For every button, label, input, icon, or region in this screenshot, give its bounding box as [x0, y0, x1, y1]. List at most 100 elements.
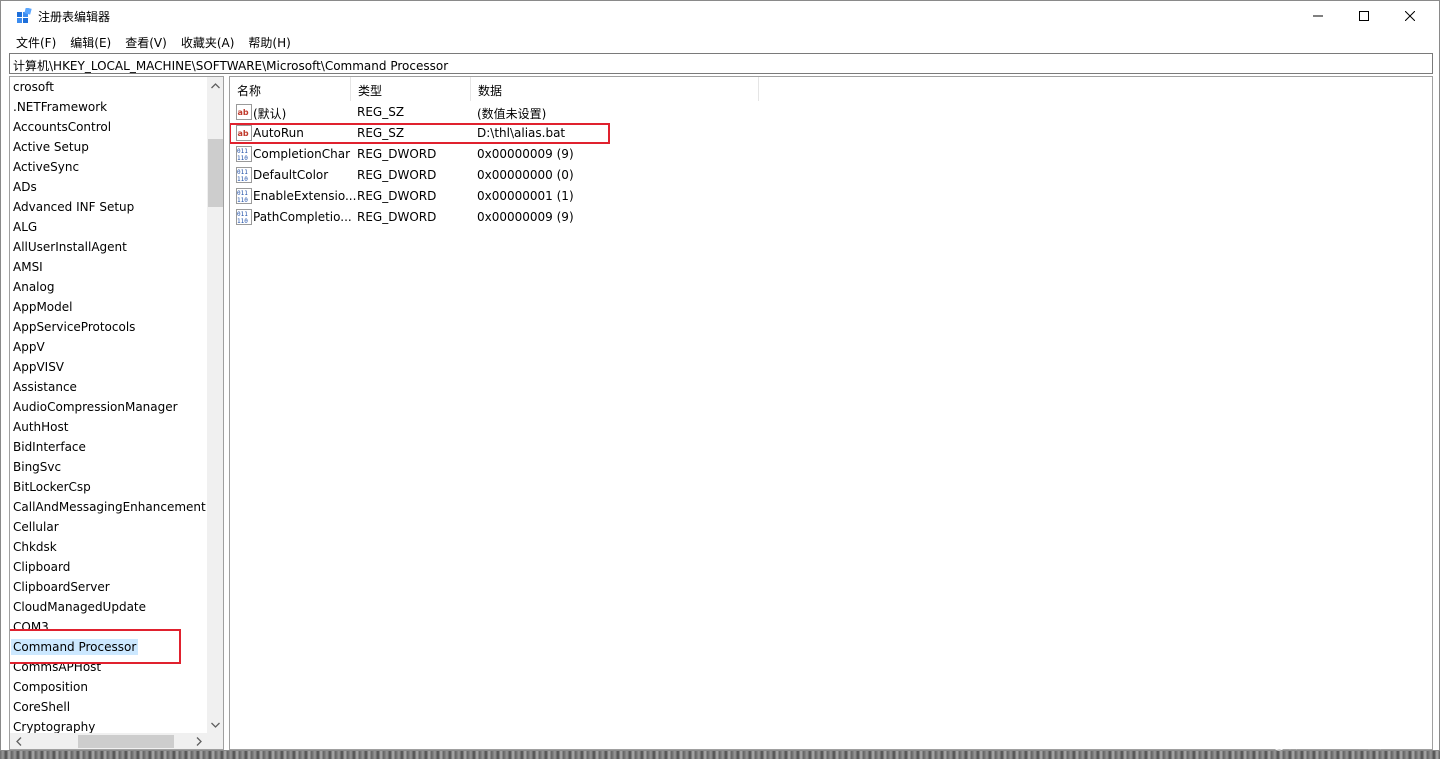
tree-item[interactable]: ActiveSync [10, 157, 207, 177]
svg-text:ab: ab [238, 108, 249, 117]
value-name: EnableExtensio... [253, 189, 357, 203]
values-list-pane: 名称 类型 数据 ab (默认) REG_SZ (数值未设置) ab AutoRun REG… [229, 76, 1433, 750]
regedit-app-icon [17, 8, 32, 23]
value-name: DefaultColor [253, 168, 329, 182]
tree-item-label: ActiveSync [13, 160, 80, 174]
scroll-up-arrow-icon[interactable] [207, 77, 223, 94]
scroll-corner [207, 733, 223, 749]
tree-item[interactable]: AudioCompressionManager [10, 397, 207, 417]
tree-item-label: Cellular [13, 520, 59, 534]
binary-value-icon: 011 110 [236, 188, 252, 204]
tree-item[interactable]: CallAndMessagingEnhancement [10, 497, 207, 517]
tree-item-label: .NETFramework [13, 100, 108, 114]
window-title: 注册表编辑器 [38, 10, 111, 24]
tree-item[interactable]: AccountsControl [10, 117, 207, 137]
tree-item[interactable]: BitLockerCsp [10, 477, 207, 497]
value-row[interactable]: ab (默认) REG_SZ (数值未设置) [230, 102, 990, 123]
value-data: 0x00000000 (0) [477, 168, 574, 182]
tree-item-label: AllUserInstallAgent [13, 240, 127, 254]
address-bar[interactable]: 计算机\HKEY_LOCAL_MACHINE\SOFTWARE\Microsof… [9, 53, 1433, 74]
tree-item[interactable]: .NETFramework [10, 97, 207, 117]
menu-favorites[interactable]: 收藏夹(A) [174, 31, 242, 52]
tree-item-label: AMSI [13, 260, 43, 274]
tree-item-label: AppModel [13, 300, 73, 314]
tree-item-label: Composition [13, 680, 88, 694]
value-data: 0x00000001 (1) [477, 189, 574, 203]
scroll-left-arrow-icon[interactable] [10, 733, 27, 749]
tree-item[interactable]: Chkdsk [10, 537, 207, 557]
column-header-name[interactable]: 名称 [230, 77, 351, 101]
tree-item-label: BingSvc [13, 460, 62, 474]
svg-text:011: 011 [237, 148, 248, 155]
value-row[interactable]: 011 110 PathCompletio... REG_DWORD 0x0000000… [230, 207, 990, 228]
tree-item[interactable]: BidInterface [10, 437, 207, 457]
tree-item[interactable]: BingSvc [10, 457, 207, 477]
value-type: REG_DWORD [357, 189, 437, 203]
value-row[interactable]: 011 110 EnableExtensio... REG_DWORD 0x000000… [230, 186, 990, 207]
tree-item-label: AccountsControl [13, 120, 112, 134]
value-data: 0x00000009 (9) [477, 147, 574, 161]
tree-item[interactable]: AllUserInstallAgent [10, 237, 207, 257]
key-tree-pane: crosoft .NETFramework AccountsControl Activ… [9, 76, 224, 750]
tree-item[interactable]: AppVISV [10, 357, 207, 377]
menu-help[interactable]: 帮助(H) [241, 31, 297, 52]
tree-item-label: Analog [13, 280, 55, 294]
tree-item-label: AppV [13, 340, 45, 354]
tree-item-label: ADs [13, 180, 37, 194]
menu-view[interactable]: 查看(V) [118, 31, 174, 52]
menu-edit[interactable]: 编辑(E) [63, 31, 118, 52]
tree-vertical-scroll-thumb[interactable] [208, 139, 223, 207]
tree-item-label: Clipboard [13, 560, 71, 574]
value-name: PathCompletio... [253, 210, 352, 224]
menu-file[interactable]: 文件(F) [1, 31, 63, 52]
tree-item[interactable]: Composition [10, 677, 207, 697]
tree-item[interactable]: Cryptography [10, 717, 207, 733]
maximize-icon [1359, 11, 1369, 21]
svg-text:110: 110 [237, 218, 248, 225]
tree-item[interactable]: AppServiceProtocols [10, 317, 207, 337]
tree-item[interactable]: AppV [10, 337, 207, 357]
tree-item[interactable]: Advanced INF Setup [10, 197, 207, 217]
tree-item[interactable]: Analog [10, 277, 207, 297]
maximize-button[interactable] [1341, 1, 1387, 31]
tree-item-label: Assistance [13, 380, 77, 394]
tree-item[interactable]: AppModel [10, 297, 207, 317]
tree-item[interactable]: AMSI [10, 257, 207, 277]
tree-item[interactable]: ClipboardServer [10, 577, 207, 597]
tree-item[interactable]: crosoft [10, 77, 207, 97]
minimize-button[interactable] [1295, 1, 1341, 31]
value-row[interactable]: 011 110 DefaultColor REG_DWORD 0x00000000 (0… [230, 165, 990, 186]
value-type: REG_SZ [357, 105, 405, 119]
tree-item-label: Active Setup [13, 140, 89, 154]
tree-item[interactable]: Assistance [10, 377, 207, 397]
tree-item-label: AppServiceProtocols [13, 320, 136, 334]
value-type: REG_DWORD [357, 210, 437, 224]
highlight-box-tree [10, 629, 181, 664]
tree-item-label: crosoft [13, 80, 54, 94]
tree-item[interactable]: CloudManagedUpdate [10, 597, 207, 617]
scroll-down-arrow-icon[interactable] [207, 716, 223, 733]
column-header-type[interactable]: 类型 [351, 77, 471, 101]
tree-vertical-scrollbar[interactable] [207, 77, 223, 733]
tree-item-label: ClipboardServer [13, 580, 110, 594]
tree-item[interactable]: Clipboard [10, 557, 207, 577]
value-data: 0x00000009 (9) [477, 210, 574, 224]
tree-item[interactable]: AuthHost [10, 417, 207, 437]
title-bar[interactable]: 注册表编辑器 [1, 1, 1439, 31]
tree-item[interactable]: CoreShell [10, 697, 207, 717]
tree-item[interactable]: Active Setup [10, 137, 207, 157]
value-type: REG_DWORD [357, 168, 437, 182]
tree-item-label: Chkdsk [13, 540, 57, 554]
tree-horizontal-scrollbar[interactable] [10, 733, 207, 749]
column-header-data[interactable]: 数据 [471, 77, 759, 101]
value-row[interactable]: 011 110 CompletionChar REG_DWORD 0x00000009 … [230, 144, 990, 165]
tree-horizontal-scroll-thumb[interactable] [78, 735, 174, 748]
tree-item-label: CoreShell [13, 700, 71, 714]
tree-item[interactable]: ALG [10, 217, 207, 237]
string-value-icon: ab [236, 104, 252, 120]
scroll-right-arrow-icon[interactable] [190, 733, 207, 749]
tree-item[interactable]: ADs [10, 177, 207, 197]
tree-item-label: AuthHost [13, 420, 69, 434]
close-button[interactable] [1387, 1, 1433, 31]
tree-item[interactable]: Cellular [10, 517, 207, 537]
